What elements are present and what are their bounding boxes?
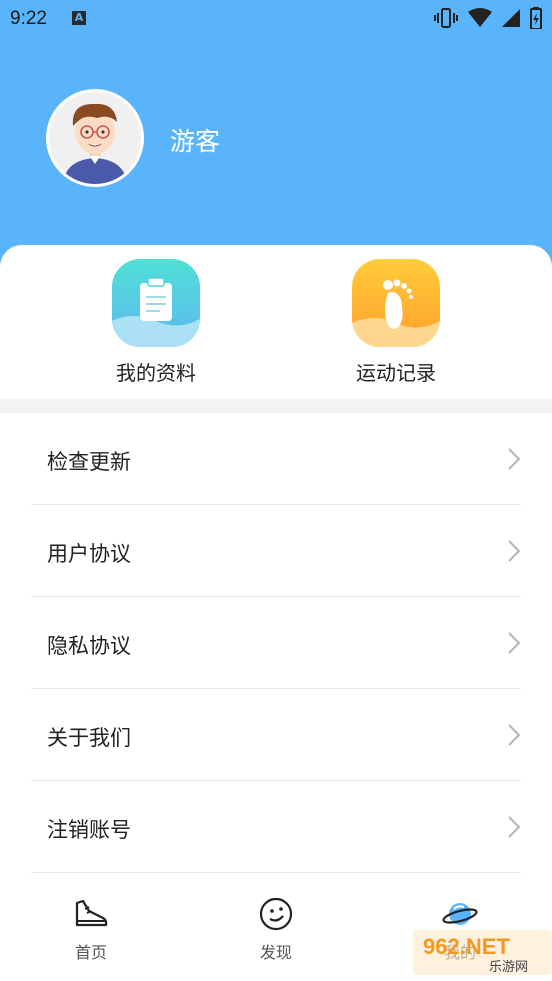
privacy-policy-item[interactable]: 隐私协议 — [31, 597, 521, 689]
sneaker-icon — [75, 899, 108, 927]
smiley-icon — [259, 897, 293, 931]
check-update-item[interactable]: 检查更新 — [31, 413, 521, 505]
battery-icon — [530, 7, 542, 29]
clipboard-icon — [112, 259, 200, 347]
avatar-illustration — [49, 92, 141, 184]
delete-account-item[interactable]: 注销账号 — [31, 781, 521, 873]
site-watermark: 962.NET 乐游网 — [413, 930, 552, 975]
menu-item-label: 注销账号 — [47, 818, 131, 842]
chevron-right-icon — [508, 448, 521, 470]
chevron-right-icon — [508, 724, 521, 746]
user-agreement-item[interactable]: 用户协议 — [31, 505, 521, 597]
chevron-right-icon — [508, 816, 521, 838]
keyboard-badge-icon: A — [72, 11, 86, 25]
menu-item-label: 检查更新 — [47, 450, 131, 474]
my-profile-label: 我的资料 — [116, 361, 196, 385]
avatar[interactable] — [46, 89, 144, 187]
menu-item-label: 关于我们 — [47, 726, 131, 750]
quick-actions-card: 我的资料 运动记录 — [0, 245, 552, 399]
my-profile-button[interactable]: 我的资料 — [81, 259, 231, 386]
about-us-item[interactable]: 关于我们 — [31, 689, 521, 781]
section-divider — [0, 399, 552, 413]
watermark-sub: 乐游网 — [489, 960, 528, 975]
status-time: 9:22 — [10, 8, 47, 29]
menu-item-label: 隐私协议 — [47, 634, 131, 658]
vibrate-icon — [434, 8, 458, 28]
footprint-icon — [352, 259, 440, 347]
tab-home-label: 首页 — [74, 943, 107, 962]
status-bar: 9:22 A — [0, 0, 552, 38]
tab-home[interactable]: 首页 — [46, 897, 136, 963]
settings-menu: 检查更新 用户协议 隐私协议 关于我们 注销账号 — [0, 413, 552, 873]
planet-icon — [442, 903, 478, 925]
menu-item-label: 用户协议 — [47, 542, 131, 566]
signal-icon — [502, 9, 520, 27]
watermark-brand: 962.NET — [423, 934, 510, 959]
exercise-records-label: 运动记录 — [356, 361, 436, 385]
tab-discover[interactable]: 发现 — [231, 897, 321, 963]
tab-discover-label: 发现 — [259, 943, 292, 962]
watermark-logo: 962.NET 乐游网 — [413, 930, 552, 975]
chevron-right-icon — [508, 540, 521, 562]
wifi-icon — [468, 8, 492, 27]
exercise-records-button[interactable]: 运动记录 — [321, 259, 471, 386]
chevron-right-icon — [508, 632, 521, 654]
username: 游客 — [170, 127, 221, 156]
